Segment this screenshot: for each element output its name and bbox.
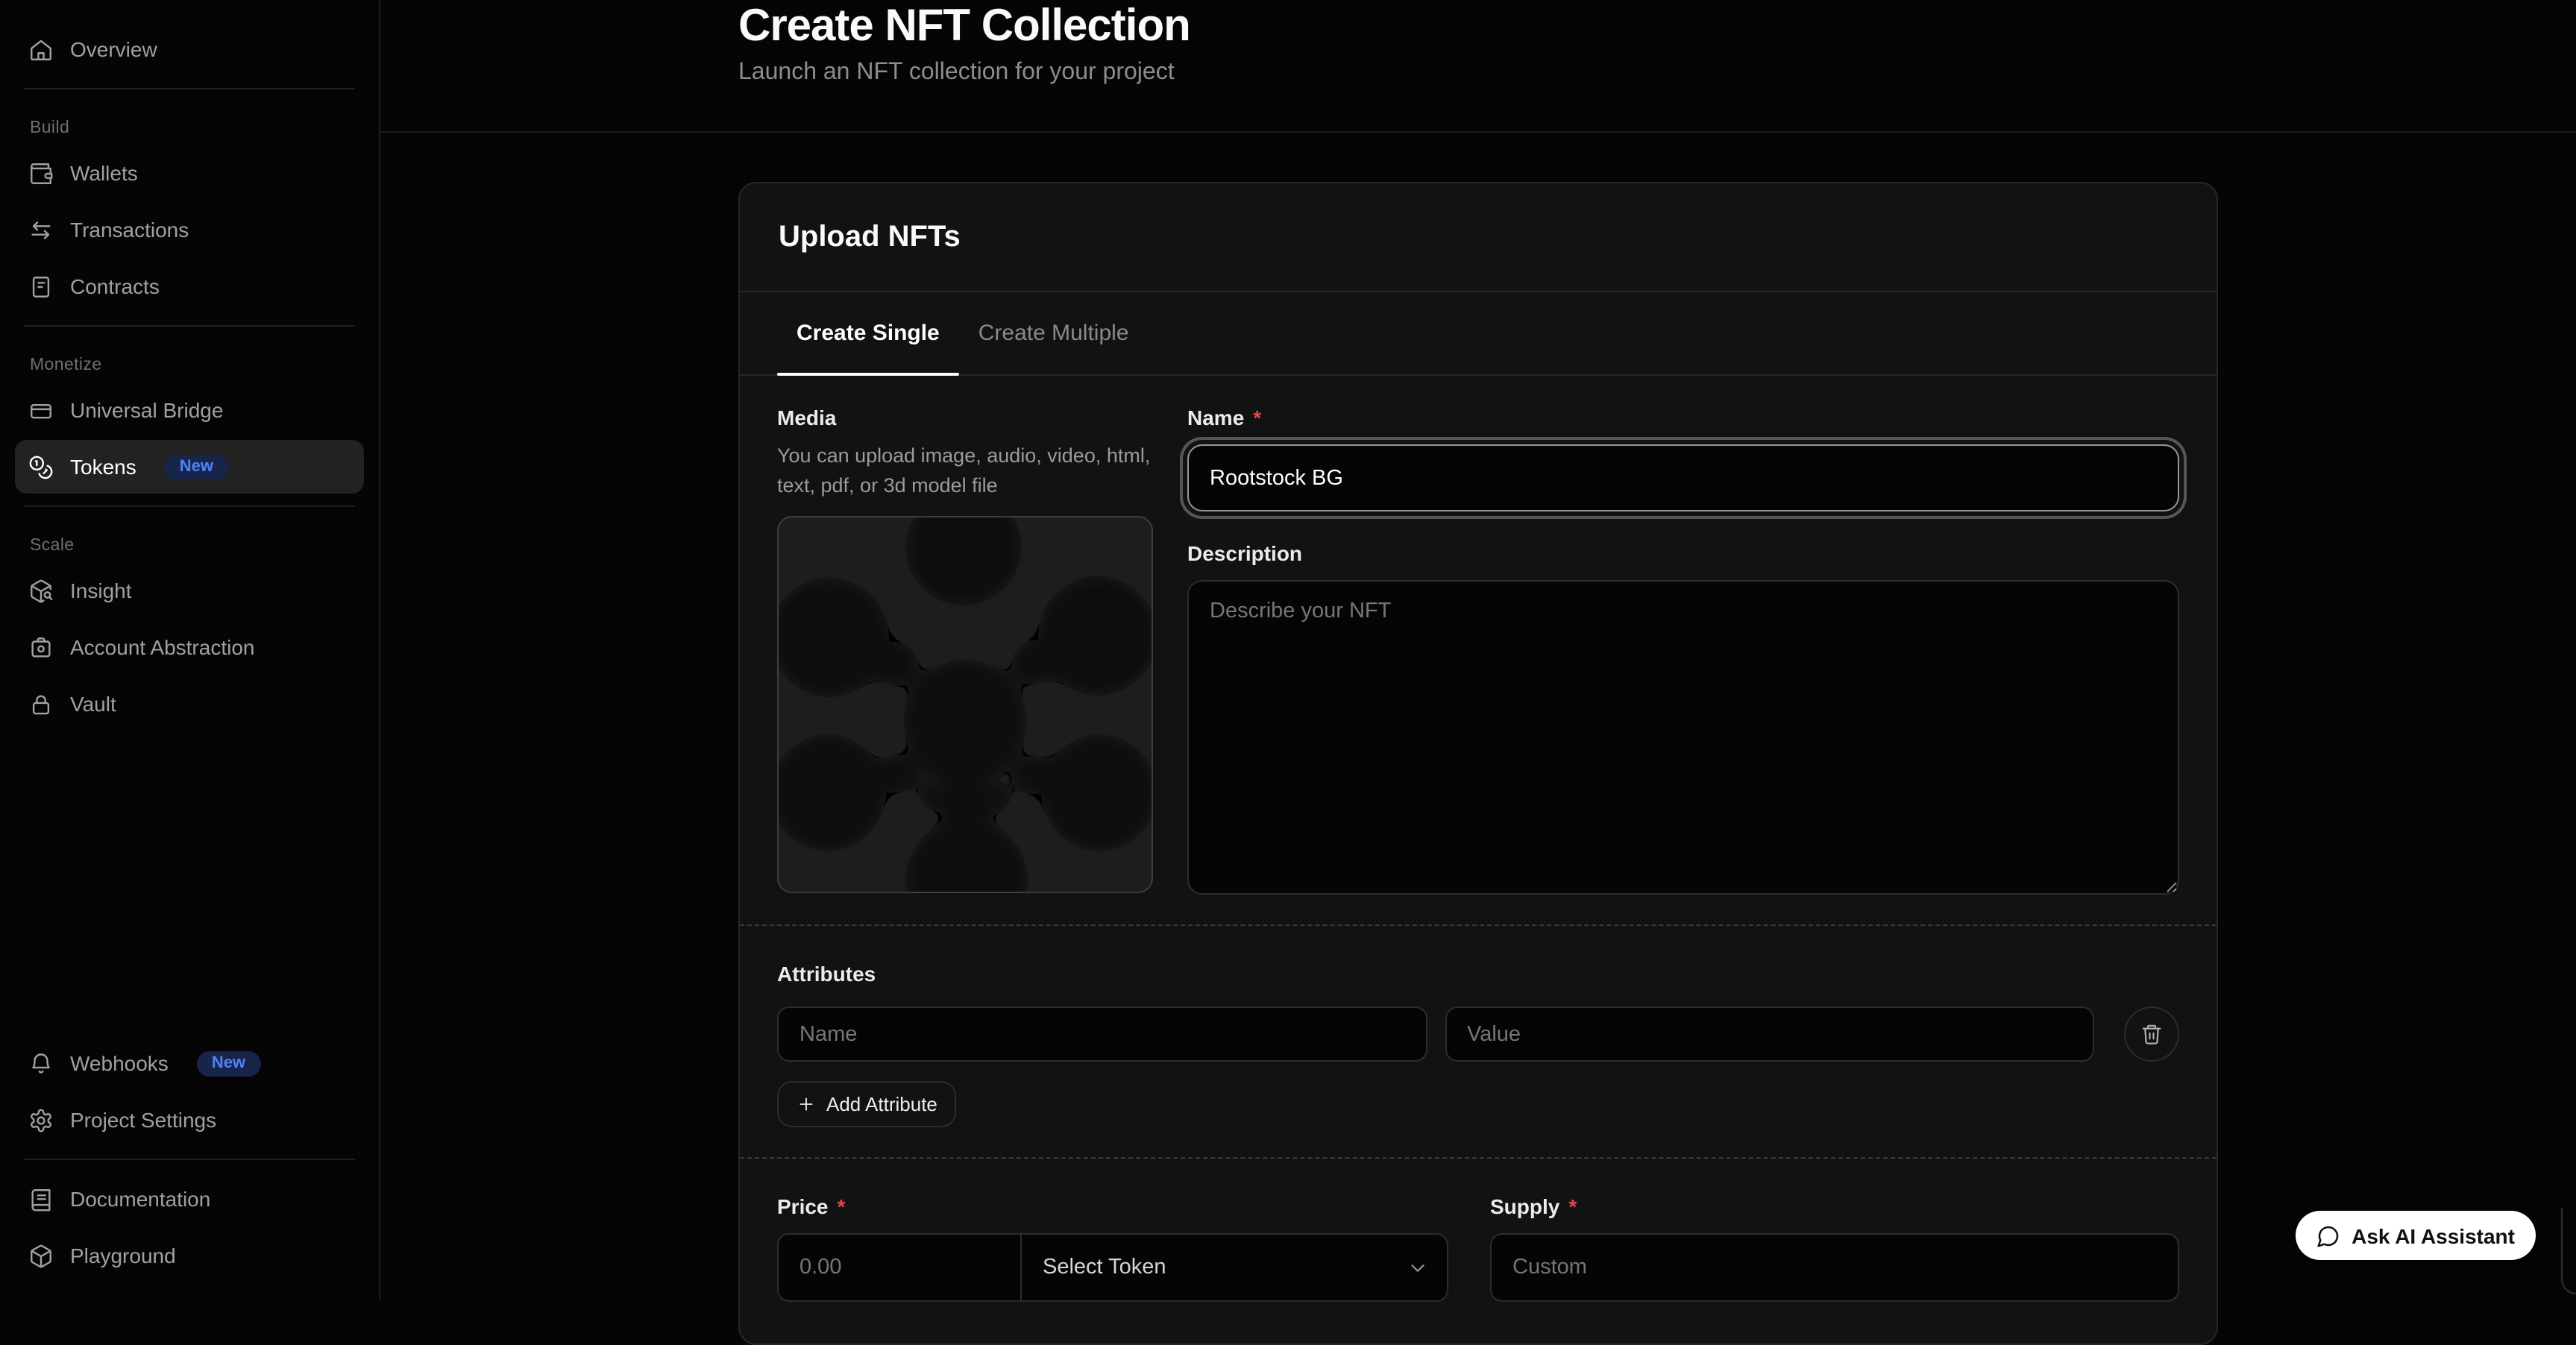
card-title: Upload NFTs — [779, 219, 2178, 255]
sidebar-item-label: Wallets — [70, 161, 138, 185]
sidebar-item-label: Project Settings — [70, 1108, 216, 1132]
sidebar-item-playground[interactable]: Playground — [15, 1229, 364, 1282]
supply-label: Supply — [1490, 1191, 1559, 1221]
new-badge: New — [165, 454, 228, 479]
add-attribute-button[interactable]: Add Attribute — [777, 1081, 957, 1127]
media-hint: You can upload image, audio, video, html… — [777, 441, 1153, 501]
tab-create-multiple[interactable]: Create Multiple — [959, 292, 1149, 374]
sidebar-item-overview[interactable]: Overview — [15, 22, 364, 76]
sidebar-divider — [24, 325, 355, 327]
sidebar-item-label: Universal Bridge — [70, 398, 223, 422]
sidebar-item-project-settings[interactable]: Project Settings — [15, 1093, 364, 1147]
tab-bar: Create Single Create Multiple — [740, 291, 2217, 376]
insight-icon — [28, 578, 54, 603]
page-header: Create NFT Collection Launch an NFT coll… — [380, 0, 2576, 133]
sidebar-item-documentation[interactable]: Documentation — [15, 1172, 364, 1226]
sidebar-item-account-abstraction[interactable]: Account Abstraction — [15, 620, 364, 674]
sidebar-divider — [24, 88, 355, 89]
attribute-name-input[interactable] — [777, 1007, 1427, 1062]
trash-icon — [2140, 1023, 2163, 1045]
sidebar-item-label: Tokens — [70, 455, 136, 479]
account-abstraction-icon — [28, 634, 54, 660]
app-window: Overview Build Wallets Transactions Cont… — [0, 0, 2576, 1300]
book-icon — [28, 1186, 54, 1212]
sidebar-item-label: Documentation — [70, 1187, 210, 1211]
sidebar-item-tokens[interactable]: Tokens New — [15, 440, 364, 494]
sidebar-section-scale: Scale — [15, 537, 364, 555]
gear-icon — [28, 1107, 54, 1133]
sidebar-item-vault[interactable]: Vault — [15, 677, 364, 731]
wallet-icon — [28, 160, 54, 186]
attributes-label: Attributes — [777, 959, 2179, 989]
sidebar-section-build: Build — [15, 119, 364, 137]
price-label: Price — [777, 1191, 829, 1221]
price-input-group: Select Token — [777, 1233, 1448, 1302]
media-label: Media — [777, 403, 1153, 432]
sidebar-item-label: Playground — [70, 1244, 176, 1267]
sidebar-section-monetize: Monetize — [15, 356, 364, 374]
sidebar-item-label: Overview — [70, 37, 157, 61]
sidebar-item-label: Webhooks — [70, 1051, 169, 1075]
plus-icon — [797, 1094, 816, 1114]
attribute-value-input[interactable] — [1445, 1007, 2094, 1062]
tab-create-single[interactable]: Create Single — [777, 292, 959, 374]
home-icon — [28, 37, 54, 62]
sidebar-item-universal-bridge[interactable]: Universal Bridge — [15, 383, 364, 437]
required-asterisk: * — [838, 1191, 846, 1221]
media-blob-art — [779, 517, 1152, 892]
price-amount-input[interactable] — [779, 1235, 1022, 1300]
sidebar-item-label: Contracts — [70, 274, 160, 298]
chat-bubble-icon — [2316, 1223, 2340, 1247]
name-label: Name — [1187, 403, 1244, 432]
required-asterisk: * — [1568, 1191, 1577, 1221]
sidebar-item-label: Vault — [70, 692, 116, 716]
sidebar-item-wallets[interactable]: Wallets — [15, 146, 364, 200]
sidebar-divider — [24, 1159, 355, 1160]
required-asterisk: * — [1253, 403, 1261, 432]
chevron-down-icon — [1407, 1256, 1429, 1279]
contract-icon — [28, 274, 54, 299]
main-content: Create NFT Collection Launch an NFT coll… — [380, 0, 2576, 1300]
sidebar-item-insight[interactable]: Insight — [15, 564, 364, 617]
delete-attribute-button[interactable] — [2124, 1007, 2179, 1062]
transactions-icon — [28, 217, 54, 242]
sidebar-divider — [24, 505, 355, 507]
sidebar-item-contracts[interactable]: Contracts — [15, 259, 364, 313]
description-label: Description — [1187, 538, 1302, 568]
supply-input[interactable] — [1490, 1233, 2179, 1302]
new-badge: New — [197, 1051, 260, 1076]
bell-icon — [28, 1051, 54, 1076]
sidebar-item-label: Account Abstraction — [70, 635, 255, 659]
lock-icon — [28, 691, 54, 716]
sidebar-item-transactions[interactable]: Transactions — [15, 203, 364, 256]
sidebar-item-label: Insight — [70, 579, 132, 602]
sidebar: Overview Build Wallets Transactions Cont… — [0, 0, 380, 1300]
upload-nfts-card: Upload NFTs Create Single Create Multipl… — [738, 182, 2218, 1345]
cube-icon — [28, 1243, 54, 1268]
sidebar-footer: Webhooks New Project Settings Documentat… — [15, 1036, 364, 1282]
tokens-coins-icon — [28, 454, 54, 479]
media-upload-preview[interactable] — [777, 516, 1153, 893]
panel-edge-artifact — [2561, 1208, 2576, 1294]
nft-description-textarea[interactable] — [1187, 580, 2179, 895]
token-select-dropdown[interactable]: Select Token — [1022, 1235, 1447, 1300]
sidebar-item-webhooks[interactable]: Webhooks New — [15, 1036, 364, 1090]
ask-ai-assistant-button[interactable]: Ask AI Assistant — [2295, 1211, 2536, 1260]
bridge-card-icon — [28, 397, 54, 423]
page-subtitle: Launch an NFT collection for your projec… — [738, 57, 2218, 89]
page-title: Create NFT Collection — [738, 1, 2218, 52]
sidebar-item-label: Transactions — [70, 218, 189, 242]
nft-name-input[interactable] — [1187, 444, 2179, 511]
